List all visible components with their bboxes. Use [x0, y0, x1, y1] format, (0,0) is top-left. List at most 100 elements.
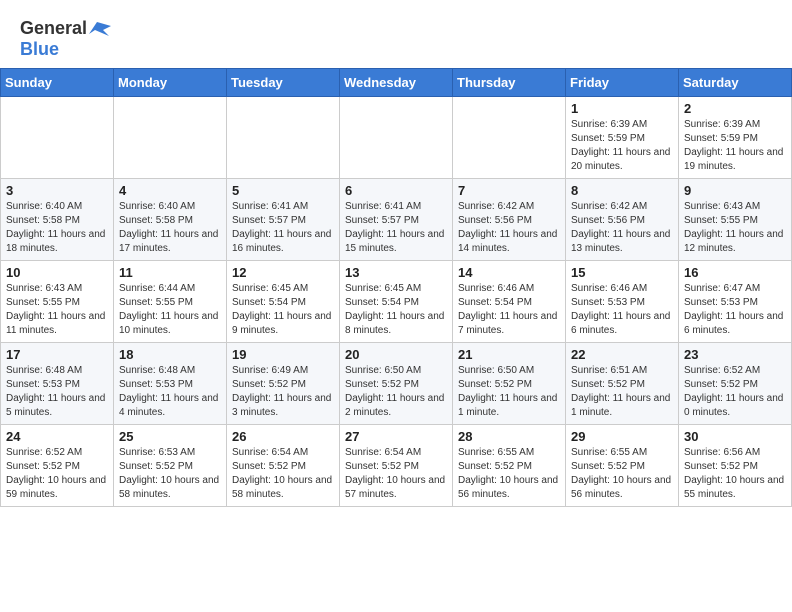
day-info: Sunrise: 6:55 AM Sunset: 5:52 PM Dayligh… — [458, 446, 560, 502]
calendar-cell: 14 Sunrise: 6:46 AM Sunset: 5:54 PM Dayli… — [453, 261, 566, 343]
day-number: 28 — [458, 429, 560, 444]
day-info: Sunrise: 6:56 AM Sunset: 5:52 PM Dayligh… — [684, 446, 786, 502]
calendar-cell: 13Sunrise: 6:45 AM Sunset: 5:54 PM Dayli… — [340, 261, 453, 343]
calendar-week-2: 10Sunrise: 6:43 AM Sunset: 5:55 PM Dayli… — [1, 261, 792, 343]
calendar-cell: 23 Sunrise: 6:52 AM Sunset: 5:52 PM Dayli… — [679, 343, 792, 425]
calendar-header-wednesday: Wednesday — [340, 69, 453, 97]
day-number: 22 — [571, 347, 673, 362]
calendar-cell: 3 Sunrise: 6:40 AM Sunset: 5:58 PM Daylig… — [1, 179, 114, 261]
calendar-cell: 8 Sunrise: 6:42 AM Sunset: 5:56 PM Daylig… — [566, 179, 679, 261]
calendar-week-4: 24 Sunrise: 6:52 AM Sunset: 5:52 PM Dayli… — [1, 425, 792, 507]
calendar-header-tuesday: Tuesday — [227, 69, 340, 97]
calendar-cell: 17Sunrise: 6:48 AM Sunset: 5:53 PM Dayli… — [1, 343, 114, 425]
day-info: Sunrise: 6:45 AM Sunset: 5:54 PM Dayligh… — [232, 282, 334, 338]
day-number: 17 — [6, 347, 108, 362]
day-info: Sunrise: 6:44 AM Sunset: 5:55 PM Dayligh… — [119, 282, 221, 338]
day-info: Sunrise: 6:40 AM Sunset: 5:58 PM Dayligh… — [6, 200, 108, 256]
day-number: 25 — [119, 429, 221, 444]
day-number: 5 — [232, 183, 334, 198]
calendar-cell: 10Sunrise: 6:43 AM Sunset: 5:55 PM Dayli… — [1, 261, 114, 343]
day-number: 26 — [232, 429, 334, 444]
day-number: 7 — [458, 183, 560, 198]
calendar-cell: 20 Sunrise: 6:50 AM Sunset: 5:52 PM Dayli… — [340, 343, 453, 425]
day-info: Sunrise: 6:43 AM Sunset: 5:55 PM Dayligh… — [6, 282, 108, 338]
day-info: Sunrise: 6:53 AM Sunset: 5:52 PM Dayligh… — [119, 446, 221, 502]
logo: General Blue — [20, 18, 111, 60]
day-number: 20 — [345, 347, 447, 362]
calendar-cell: 25 Sunrise: 6:53 AM Sunset: 5:52 PM Dayli… — [114, 425, 227, 507]
calendar-cell: 30 Sunrise: 6:56 AM Sunset: 5:52 PM Dayli… — [679, 425, 792, 507]
day-info: Sunrise: 6:46 AM Sunset: 5:53 PM Dayligh… — [571, 282, 673, 338]
day-info: Sunrise: 6:50 AM Sunset: 5:52 PM Dayligh… — [345, 364, 447, 420]
calendar-header-monday: Monday — [114, 69, 227, 97]
calendar-cell: 9Sunrise: 6:43 AM Sunset: 5:55 PM Daylig… — [679, 179, 792, 261]
logo-general: General — [20, 18, 87, 39]
calendar-cell: 27 Sunrise: 6:54 AM Sunset: 5:52 PM Dayli… — [340, 425, 453, 507]
calendar-cell: 21 Sunrise: 6:50 AM Sunset: 5:52 PM Dayli… — [453, 343, 566, 425]
day-info: Sunrise: 6:52 AM Sunset: 5:52 PM Dayligh… — [684, 364, 786, 420]
calendar-cell — [1, 97, 114, 179]
day-number: 3 — [6, 183, 108, 198]
day-info: Sunrise: 6:54 AM Sunset: 5:52 PM Dayligh… — [345, 446, 447, 502]
calendar-cell: 11Sunrise: 6:44 AM Sunset: 5:55 PM Dayli… — [114, 261, 227, 343]
day-number: 14 — [458, 265, 560, 280]
calendar-cell: 22 Sunrise: 6:51 AM Sunset: 5:52 PM Dayli… — [566, 343, 679, 425]
day-number: 4 — [119, 183, 221, 198]
day-info: Sunrise: 6:42 AM Sunset: 5:56 PM Dayligh… — [458, 200, 560, 256]
day-info: Sunrise: 6:55 AM Sunset: 5:52 PM Dayligh… — [571, 446, 673, 502]
calendar-cell: 26 Sunrise: 6:54 AM Sunset: 5:52 PM Dayli… — [227, 425, 340, 507]
calendar-cell: 2 Sunrise: 6:39 AM Sunset: 5:59 PM Daylig… — [679, 97, 792, 179]
day-info: Sunrise: 6:46 AM Sunset: 5:54 PM Dayligh… — [458, 282, 560, 338]
day-number: 23 — [684, 347, 786, 362]
calendar-cell — [227, 97, 340, 179]
calendar-cell: 19 Sunrise: 6:49 AM Sunset: 5:52 PM Dayli… — [227, 343, 340, 425]
day-info: Sunrise: 6:52 AM Sunset: 5:52 PM Dayligh… — [6, 446, 108, 502]
day-info: Sunrise: 6:54 AM Sunset: 5:52 PM Dayligh… — [232, 446, 334, 502]
calendar-cell: 16Sunrise: 6:47 AM Sunset: 5:53 PM Dayli… — [679, 261, 792, 343]
day-info: Sunrise: 6:39 AM Sunset: 5:59 PM Dayligh… — [684, 118, 786, 174]
day-info: Sunrise: 6:41 AM Sunset: 5:57 PM Dayligh… — [232, 200, 334, 256]
calendar-cell: 24 Sunrise: 6:52 AM Sunset: 5:52 PM Dayli… — [1, 425, 114, 507]
day-number: 27 — [345, 429, 447, 444]
day-info: Sunrise: 6:41 AM Sunset: 5:57 PM Dayligh… — [345, 200, 447, 256]
calendar-cell — [340, 97, 453, 179]
calendar-cell: 18Sunrise: 6:48 AM Sunset: 5:53 PM Dayli… — [114, 343, 227, 425]
day-number: 15 — [571, 265, 673, 280]
calendar-week-3: 17 Sunrise: 6:48 AM Sunset: 5:53 PM Dayli… — [1, 343, 792, 425]
calendar-header-sunday: Sunday — [1, 69, 114, 97]
day-info: Sunrise: 6:47 AM Sunset: 5:53 PM Dayligh… — [684, 282, 786, 338]
day-info: Sunrise: 6:51 AM Sunset: 5:52 PM Dayligh… — [571, 364, 673, 420]
day-number: 21 — [458, 347, 560, 362]
day-number: 6 — [345, 183, 447, 198]
day-info: Sunrise: 6:40 AM Sunset: 5:58 PM Dayligh… — [119, 200, 221, 256]
day-info: Sunrise: 6:50 AM Sunset: 5:52 PM Dayligh… — [458, 364, 560, 420]
day-number: 2 — [684, 101, 786, 116]
calendar-cell: 5 Sunrise: 6:41 AM Sunset: 5:57 PM Daylig… — [227, 179, 340, 261]
day-info: Sunrise: 6:39 AM Sunset: 5:59 PM Dayligh… — [571, 118, 673, 174]
calendar-cell: 12 Sunrise: 6:45 AM Sunset: 5:54 PM Dayli… — [227, 261, 340, 343]
day-info: Sunrise: 6:48 AM Sunset: 5:53 PM Dayligh… — [119, 364, 221, 420]
day-number: 24 — [6, 429, 108, 444]
calendar-cell: 1Sunrise: 6:39 AM Sunset: 5:59 PM Daylig… — [566, 97, 679, 179]
calendar-table: SundayMondayTuesdayWednesdayThursdayFrid… — [0, 68, 792, 507]
day-number: 19 — [232, 347, 334, 362]
logo-blue: Blue — [20, 39, 59, 60]
page: General Blue SundayMondayTuesdayWednesda… — [0, 0, 792, 507]
calendar-cell: 15 Sunrise: 6:46 AM Sunset: 5:53 PM Dayli… — [566, 261, 679, 343]
day-number: 13 — [345, 265, 447, 280]
calendar-cell: 7 Sunrise: 6:42 AM Sunset: 5:56 PM Daylig… — [453, 179, 566, 261]
calendar-cell: 6 Sunrise: 6:41 AM Sunset: 5:57 PM Daylig… — [340, 179, 453, 261]
day-info: Sunrise: 6:43 AM Sunset: 5:55 PM Dayligh… — [684, 200, 786, 256]
day-info: Sunrise: 6:49 AM Sunset: 5:52 PM Dayligh… — [232, 364, 334, 420]
calendar-header-row: SundayMondayTuesdayWednesdayThursdayFrid… — [1, 69, 792, 97]
day-number: 12 — [232, 265, 334, 280]
calendar-cell: 28 Sunrise: 6:55 AM Sunset: 5:52 PM Dayli… — [453, 425, 566, 507]
calendar-cell — [114, 97, 227, 179]
calendar-header-saturday: Saturday — [679, 69, 792, 97]
day-info: Sunrise: 6:42 AM Sunset: 5:56 PM Dayligh… — [571, 200, 673, 256]
calendar-header-thursday: Thursday — [453, 69, 566, 97]
day-number: 8 — [571, 183, 673, 198]
calendar-cell: 29Sunrise: 6:55 AM Sunset: 5:52 PM Dayli… — [566, 425, 679, 507]
calendar-week-1: 3 Sunrise: 6:40 AM Sunset: 5:58 PM Daylig… — [1, 179, 792, 261]
day-number: 30 — [684, 429, 786, 444]
